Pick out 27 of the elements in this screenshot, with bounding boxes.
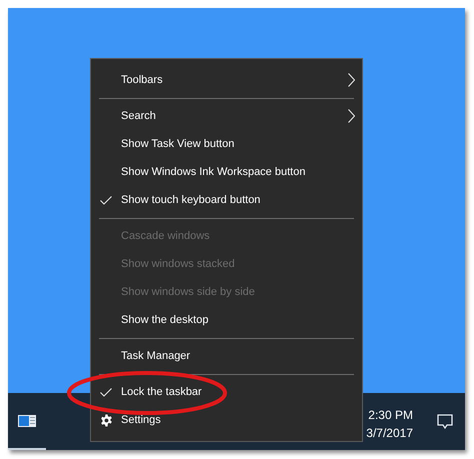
window-icon bbox=[18, 414, 36, 426]
menu-item-label: Show Windows Ink Workspace button bbox=[121, 164, 306, 180]
menu-item-label: Task Manager bbox=[121, 348, 190, 364]
menu-item[interactable]: Settings bbox=[91, 406, 362, 434]
menu-item[interactable]: Search bbox=[91, 102, 362, 130]
menu-item-label: Show touch keyboard button bbox=[121, 192, 260, 208]
speech-bubble-icon bbox=[437, 414, 453, 430]
menu-item[interactable]: Toolbars bbox=[91, 66, 362, 94]
menu-item-label: Cascade windows bbox=[121, 228, 210, 244]
menu-item[interactable]: Show touch keyboard button bbox=[91, 186, 362, 214]
menu-item[interactable]: Show Task View button bbox=[91, 130, 362, 158]
clock-time: 2:30 PM bbox=[368, 406, 413, 424]
menu-item-label: Lock the taskbar bbox=[121, 384, 202, 400]
menu-item-label: Show windows stacked bbox=[121, 256, 235, 272]
menu-item-label: Toolbars bbox=[121, 72, 163, 88]
menu-item[interactable]: Show the desktop bbox=[91, 306, 362, 334]
menu-item[interactable]: Show Windows Ink Workspace button bbox=[91, 158, 362, 186]
gear-icon bbox=[100, 414, 112, 426]
menu-item-label: Show windows side by side bbox=[121, 284, 255, 300]
menu-item-label: Show Task View button bbox=[121, 136, 234, 152]
menu-item-label: Settings bbox=[121, 412, 161, 428]
menu-item-label: Search bbox=[121, 108, 156, 124]
menu-item[interactable]: Lock the taskbar bbox=[91, 378, 362, 406]
clock-button[interactable]: 2:30 PM 3/7/2017 bbox=[366, 402, 425, 442]
menu-item[interactable]: Task Manager bbox=[91, 342, 362, 370]
clock-date: 3/7/2017 bbox=[366, 424, 413, 442]
menu-item-label: Show the desktop bbox=[121, 312, 208, 328]
